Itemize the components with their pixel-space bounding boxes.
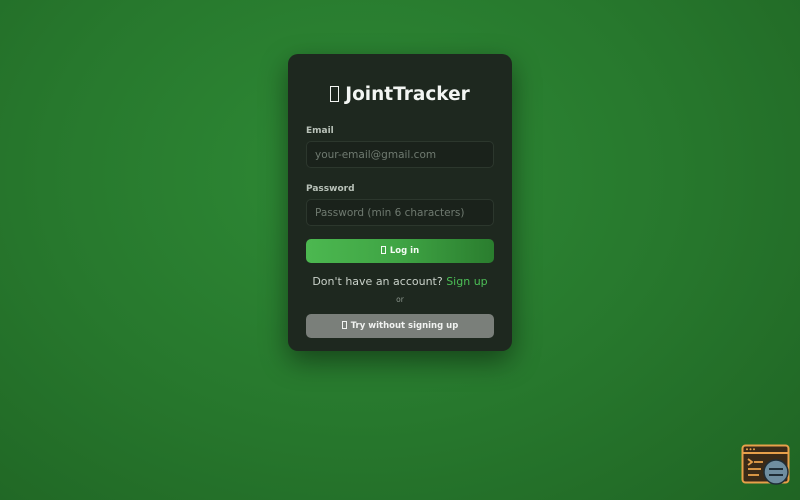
try-without-signup-button[interactable]: Try without signing up	[306, 314, 494, 338]
login-button-label: Log in	[389, 246, 420, 256]
joint-logo-icon	[330, 86, 340, 102]
signup-prompt-line: Don't have an account? Sign up	[306, 274, 494, 289]
password-label: Password	[306, 184, 355, 194]
password-field[interactable]	[306, 199, 494, 226]
login-button[interactable]: Log in	[306, 239, 494, 263]
email-label: Email	[306, 126, 334, 136]
app-title-text: JointTracker	[345, 84, 470, 105]
browser-window-chat-icon[interactable]	[741, 444, 793, 488]
or-divider: or	[396, 295, 404, 304]
login-card: JointTracker Email Password Log in Don't…	[288, 54, 512, 351]
app-title: JointTracker	[306, 84, 494, 110]
signup-prompt-text: Don't have an account?	[312, 275, 443, 288]
email-field[interactable]	[306, 141, 494, 168]
login-icon	[380, 246, 386, 254]
guest-button-label: Try without signing up	[350, 321, 459, 331]
guest-icon	[341, 321, 347, 329]
corner-widget-graphic	[741, 444, 790, 485]
signup-link[interactable]: Sign up	[446, 275, 487, 288]
